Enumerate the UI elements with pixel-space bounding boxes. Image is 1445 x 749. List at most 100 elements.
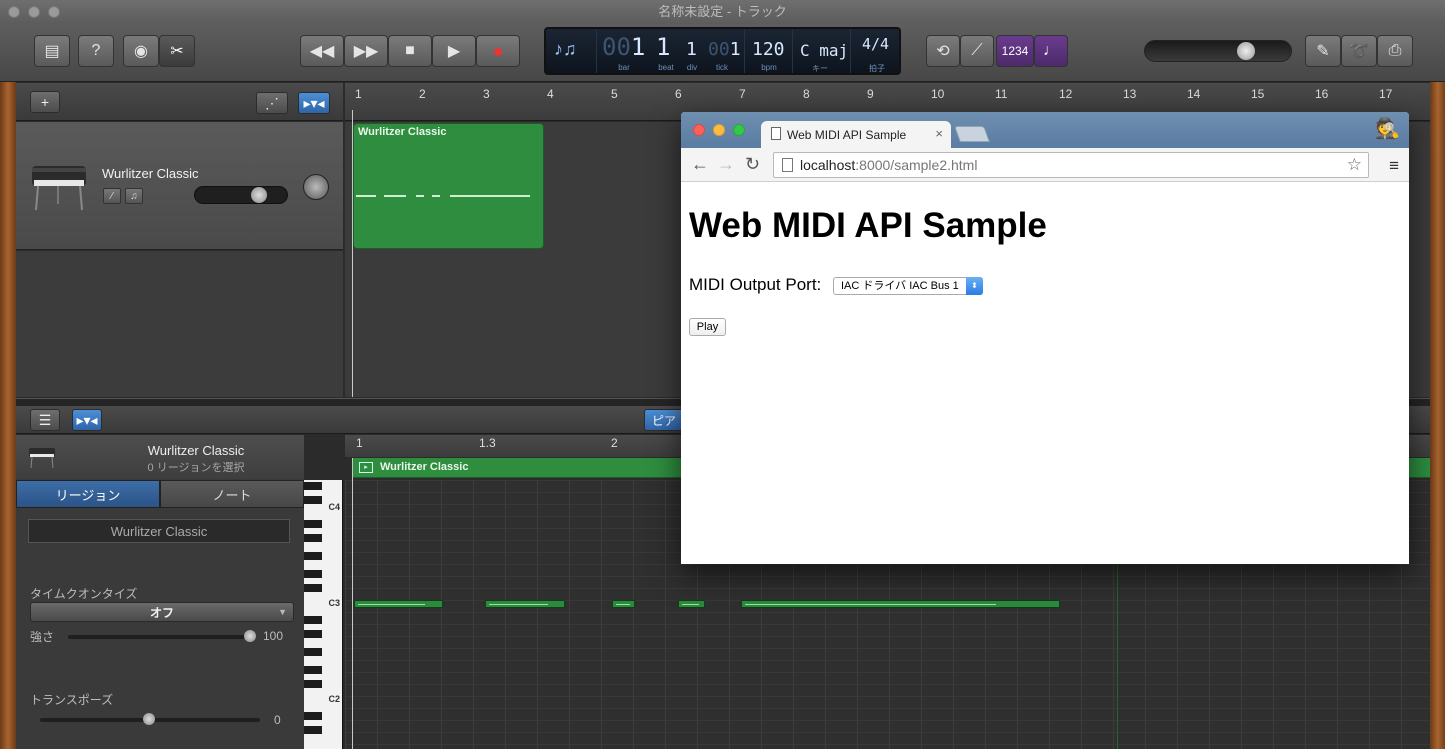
lcd-beat: 1 (656, 33, 671, 61)
lcd-display[interactable]: ♪♫ 001 bar 1 beat 1 div 001 tick 120 bpm… (544, 27, 901, 75)
pan-knob[interactable] (303, 174, 329, 200)
new-tab-button[interactable] (954, 126, 990, 142)
ruler-bar-label: 1 (355, 87, 362, 101)
transpose-knob[interactable] (143, 713, 155, 725)
midi-output-value: IAC ドライバ IAC Bus 1 (841, 280, 959, 292)
transpose-slider[interactable] (40, 713, 260, 725)
fast-forward-button[interactable]: ▶▶ (344, 35, 388, 67)
tab-piano-roll[interactable]: ピア (644, 409, 684, 431)
media-browser-button[interactable]: ⎙ (1377, 35, 1413, 67)
time-quantize-label: タイムクオンタイズ (30, 587, 138, 601)
page-heading: Web MIDI API Sample (689, 206, 1047, 245)
time-quantize-select[interactable]: オフ ▼ (30, 602, 294, 622)
tab-note[interactable]: ノート (160, 480, 304, 508)
mute-icon: ⁄ (111, 190, 113, 202)
browser-minimize-icon[interactable] (713, 124, 725, 136)
metronome-button[interactable]: ♩ (1034, 35, 1068, 67)
editor-ruler-label: 1 (356, 436, 363, 450)
close-window-icon[interactable] (8, 6, 20, 18)
lcd-bar: 1 (630, 33, 646, 61)
mute-button[interactable]: ⁄ (103, 188, 121, 204)
browser-close-icon[interactable] (693, 124, 705, 136)
rewind-icon: ◀◀ (309, 43, 335, 60)
notepad-button[interactable]: ✎ (1305, 35, 1341, 67)
editors-button[interactable]: ✂ (159, 35, 195, 67)
forward-icon[interactable]: → (717, 154, 735, 175)
lcd-key-label: キー (812, 64, 828, 73)
tab-close-icon[interactable]: × (935, 126, 943, 141)
strength-slider[interactable] (68, 630, 256, 642)
sliders-icon: ☰ (38, 411, 52, 428)
web-page: Web MIDI API Sample MIDI Output Port: IA… (681, 182, 1409, 564)
ruler-bar-label: 14 (1187, 87, 1201, 101)
tab-region[interactable]: リージョン (16, 480, 160, 508)
region-name-field[interactable]: Wurlitzer Classic (28, 519, 290, 543)
ruler-bar-label: 15 (1251, 87, 1265, 101)
key-label-c2: C2 (328, 694, 340, 704)
ruler-bar-label: 5 (611, 87, 618, 101)
count-in-button[interactable]: 1234 (996, 35, 1034, 67)
lcd-bar-dim: 00 (602, 33, 631, 61)
address-bar[interactable]: localhost:8000/sample2.html ☆ (773, 152, 1369, 178)
lcd-tick-dim: 00 (708, 39, 730, 60)
url-rest: :8000/sample2.html (855, 157, 978, 173)
midi-note[interactable] (354, 600, 443, 608)
lcd-key[interactable]: C maj (800, 41, 848, 60)
region-loop-icon: ▸ (359, 462, 373, 473)
browser-zoom-icon[interactable] (733, 124, 745, 136)
solo-button[interactable]: ♫ (125, 188, 143, 204)
tuner-button[interactable]: ⟋ (960, 35, 994, 67)
help-button[interactable]: ? (78, 35, 114, 67)
automation-button[interactable]: ⋰ (256, 92, 288, 114)
track-volume-knob[interactable] (251, 187, 267, 203)
play-icon: ▶ (447, 43, 461, 60)
browser-tab-active[interactable]: Web MIDI API Sample × (761, 121, 951, 148)
editor-selection-count: 0 リージョンを選択 (147, 462, 245, 474)
midi-note[interactable] (678, 600, 705, 608)
record-button[interactable]: ● (476, 35, 520, 67)
midi-output-select[interactable]: IAC ドライバ IAC Bus 1 ⬍ (833, 277, 983, 295)
track-header-wurlitzer[interactable]: Wurlitzer Classic ⁄ ♫ (16, 122, 343, 250)
smart-controls-button[interactable]: ◉ (123, 35, 159, 67)
lcd-tick: 1 (729, 39, 741, 60)
track-name[interactable]: Wurlitzer Classic (102, 166, 199, 181)
add-track-button[interactable]: + (30, 91, 60, 113)
inspector-button[interactable]: ☰ (30, 409, 60, 431)
track-volume-slider[interactable] (194, 186, 288, 204)
editor-playhead[interactable] (352, 458, 353, 749)
master-volume-slider[interactable] (1144, 40, 1292, 62)
play-button[interactable]: ▶ (432, 35, 476, 67)
rewind-button[interactable]: ◀◀ (300, 35, 344, 67)
zoom-window-icon[interactable] (48, 6, 60, 18)
minimize-window-icon[interactable] (28, 6, 40, 18)
main-toolbar: ▤ ? ◉ ✂ ◀◀ ▶▶ ■ ▶ ● ♪♫ 001 bar 1 beat 1 … (0, 24, 1445, 82)
stop-button[interactable]: ■ (388, 35, 432, 67)
catch-playhead-button[interactable]: ▸▾◂ (298, 92, 330, 114)
wood-panel-right (1430, 82, 1445, 749)
volume-knob[interactable] (1237, 42, 1255, 60)
strength-knob[interactable] (244, 630, 256, 642)
electric-piano-icon (32, 166, 86, 211)
midi-note[interactable] (485, 600, 565, 608)
lcd-tempo[interactable]: 120 (752, 39, 785, 60)
tab-piano-roll-label: ピア (651, 413, 676, 428)
incognito-icon: 🕵 (1375, 118, 1400, 140)
piano-keyboard[interactable]: C4 C3 C2 (304, 480, 343, 749)
midi-note[interactable] (612, 600, 635, 608)
midi-note[interactable] (741, 600, 1060, 608)
region-name: Wurlitzer Classic (358, 126, 447, 138)
loop-browser-button[interactable]: ➰ (1341, 35, 1377, 67)
library-button[interactable]: ▤ (34, 35, 70, 67)
wood-panel-left (0, 82, 16, 749)
cycle-button[interactable]: ⟲ (926, 35, 960, 67)
editor-catch-button[interactable]: ▸▾◂ (72, 409, 102, 431)
bookmark-star-icon[interactable]: ☆ (1347, 153, 1362, 177)
inspector-tabs: リージョン ノート (16, 480, 304, 508)
midi-region[interactable]: Wurlitzer Classic (353, 123, 544, 249)
play-midi-button[interactable]: Play (689, 318, 726, 336)
browser-menu-icon[interactable]: ≡ (1389, 156, 1399, 176)
editor-inspector: Wurlitzer Classic 0 リージョンを選択 リージョン ノート W… (16, 435, 304, 749)
reload-icon[interactable]: ↻ (745, 154, 760, 175)
lcd-signature[interactable]: 4/4 (862, 35, 889, 53)
back-icon[interactable]: ← (691, 154, 709, 175)
